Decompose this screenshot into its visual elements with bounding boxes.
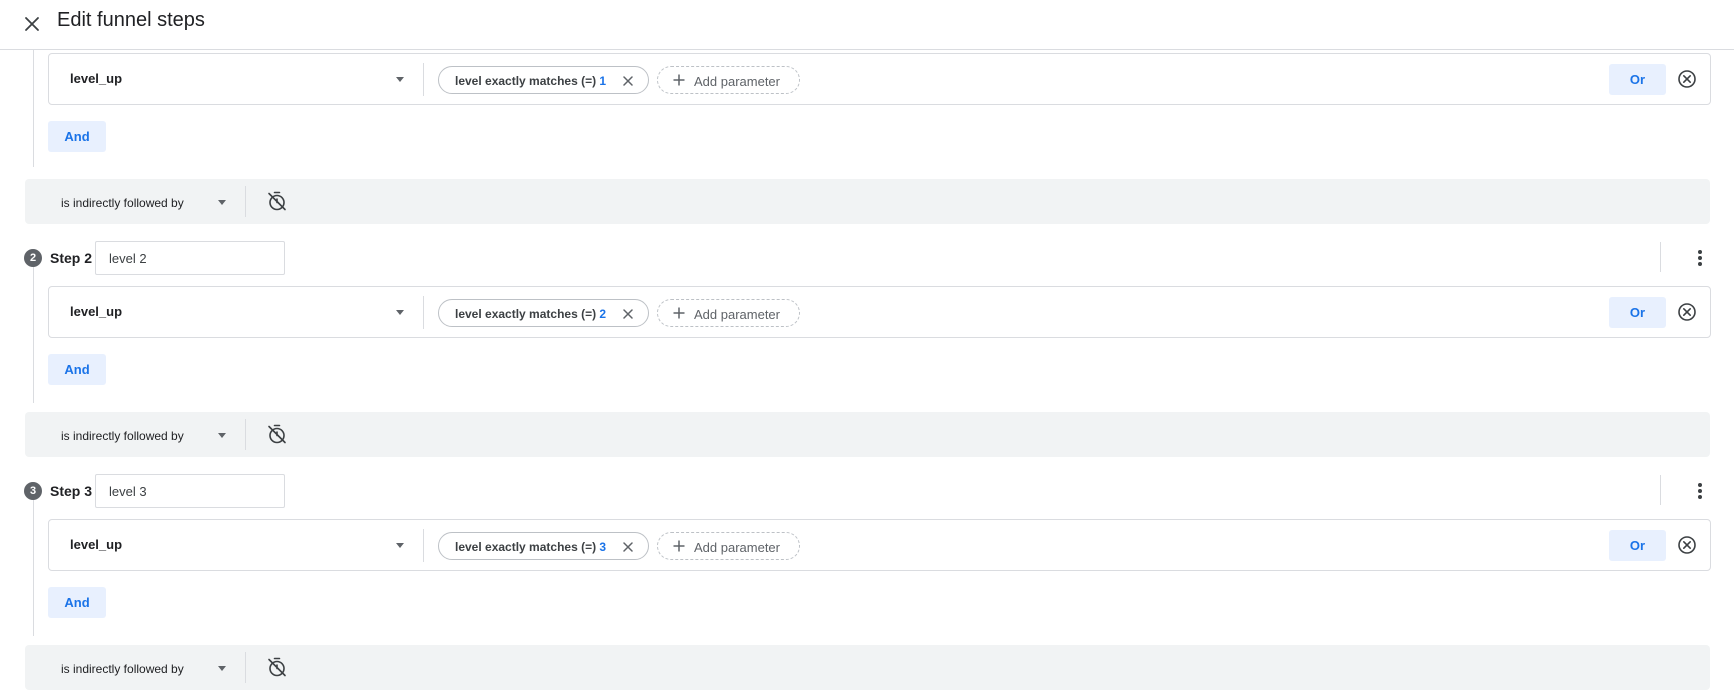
timer-off-icon [268, 424, 286, 444]
step-2-or-button[interactable]: Or [1609, 297, 1666, 328]
step-1-condition: level_up level exactly matches (=) 1 Add… [48, 53, 1711, 105]
step-1-event-select[interactable]: level_up [49, 54, 423, 104]
step-header-divider [1660, 242, 1661, 272]
followed-by-divider [245, 419, 246, 450]
step-3-name-input[interactable] [95, 474, 285, 508]
step-3-remove-condition-button[interactable] [1675, 533, 1699, 557]
step-2-parameter-chip[interactable]: level exactly matches (=) 2 [438, 299, 649, 327]
followed-by-divider [245, 652, 246, 683]
step-header-divider [1660, 475, 1661, 505]
step-2-and-button[interactable]: And [48, 354, 106, 385]
condition-divider [423, 63, 424, 96]
dropdown-caret-icon [218, 433, 226, 438]
step-3-header: 3 Step 3 [24, 474, 1714, 510]
step-1-and-button[interactable]: And [48, 121, 106, 152]
close-icon [623, 542, 633, 552]
dropdown-caret-icon [218, 666, 226, 671]
plus-icon [673, 307, 685, 319]
plus-icon [673, 540, 685, 552]
dropdown-caret-icon [396, 543, 404, 548]
timer-off-icon [268, 191, 286, 211]
step-2-followed-by-bar: is indirectly followed by [25, 412, 1710, 457]
condition-divider [423, 529, 424, 562]
close-circle-icon [1678, 536, 1696, 554]
step-2-number-badge: 2 [24, 249, 42, 267]
step-3-number-badge: 3 [24, 482, 42, 500]
time-constraint-button[interactable] [265, 655, 289, 679]
step-2-event-name: level_up [70, 304, 123, 319]
close-icon [623, 76, 633, 86]
dropdown-caret-icon [396, 310, 404, 315]
close-icon [623, 309, 633, 319]
step-1-followed-by-bar: is indirectly followed by [25, 179, 1710, 224]
remove-parameter-button[interactable] [619, 538, 637, 556]
dropdown-caret-icon [396, 77, 404, 82]
step-1-remove-condition-button[interactable] [1675, 67, 1699, 91]
close-icon [25, 17, 39, 31]
step-3-and-button[interactable]: And [48, 587, 106, 618]
remove-parameter-button[interactable] [619, 72, 637, 90]
time-constraint-button[interactable] [265, 189, 289, 213]
close-button[interactable] [16, 8, 48, 40]
parameter-chip-label: level exactly matches (=) 2 [455, 307, 607, 321]
step-2-event-select[interactable]: level_up [49, 287, 423, 337]
step-2-more-options-button[interactable] [1687, 245, 1713, 271]
more-vert-icon [1698, 250, 1702, 266]
step-2-add-parameter-button[interactable]: Add parameter [657, 299, 800, 327]
step-3-add-parameter-button[interactable]: Add parameter [657, 532, 800, 560]
plus-icon [673, 74, 685, 86]
condition-divider [423, 296, 424, 329]
step-3-or-button[interactable]: Or [1609, 530, 1666, 561]
parameter-chip-label: level exactly matches (=) 1 [455, 74, 607, 88]
step-1-parameter-chip[interactable]: level exactly matches (=) 1 [438, 66, 649, 94]
step-1-add-parameter-button[interactable]: Add parameter [657, 66, 800, 94]
step-1-or-button[interactable]: Or [1609, 64, 1666, 95]
close-circle-icon [1678, 303, 1696, 321]
page-title: Edit funnel steps [57, 9, 205, 31]
remove-parameter-button[interactable] [619, 305, 637, 323]
step-1-connector-line [33, 50, 34, 167]
followed-by-select[interactable]: is indirectly followed by [45, 412, 255, 457]
followed-by-select[interactable]: is indirectly followed by [45, 645, 255, 690]
step-3-event-name: level_up [70, 537, 123, 552]
step-3-event-select[interactable]: level_up [49, 520, 423, 570]
more-vert-icon [1698, 483, 1702, 499]
followed-by-select[interactable]: is indirectly followed by [45, 179, 255, 224]
time-constraint-button[interactable] [265, 422, 289, 446]
funnel-steps-content: level_up level exactly matches (=) 1 Add… [0, 50, 1734, 699]
step-3-condition: level_up level exactly matches (=) 3 Add… [48, 519, 1711, 571]
step-3-label: Step 3 [50, 483, 93, 499]
parameter-chip-label: level exactly matches (=) 3 [455, 540, 607, 554]
step-1-event-name: level_up [70, 71, 123, 86]
step-3-more-options-button[interactable] [1687, 478, 1713, 504]
step-3-followed-by-bar: is indirectly followed by [25, 645, 1710, 690]
followed-by-divider [245, 186, 246, 217]
step-2-label: Step 2 [50, 250, 93, 266]
close-circle-icon [1678, 70, 1696, 88]
step-2-name-input[interactable] [95, 241, 285, 275]
timer-off-icon [268, 657, 286, 677]
dropdown-caret-icon [218, 200, 226, 205]
dialog-header: Edit funnel steps [0, 0, 1734, 50]
step-2-header: 2 Step 2 [24, 241, 1714, 277]
step-2-remove-condition-button[interactable] [1675, 300, 1699, 324]
step-3-parameter-chip[interactable]: level exactly matches (=) 3 [438, 532, 649, 560]
step-2-condition: level_up level exactly matches (=) 2 Add… [48, 286, 1711, 338]
